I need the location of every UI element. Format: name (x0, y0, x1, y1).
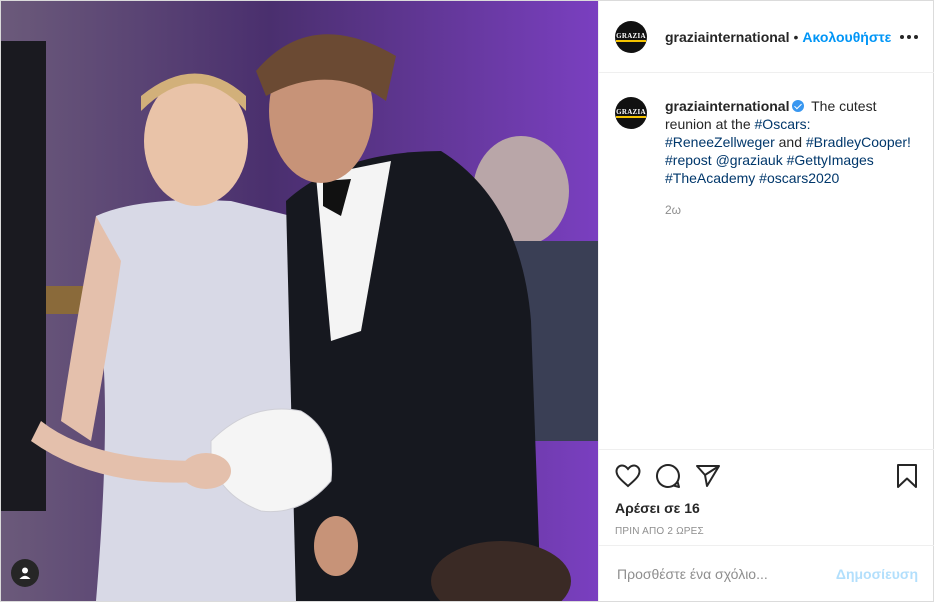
caption-body: graziainternational The cutest reunion a… (665, 97, 915, 219)
more-dot (900, 34, 904, 39)
grazia-logo: GRAZIA (616, 31, 646, 42)
action-icons (615, 462, 918, 490)
more-dot (914, 34, 918, 39)
heart-icon[interactable] (615, 464, 641, 488)
bookmark-icon[interactable] (896, 463, 918, 489)
paper-plane-icon[interactable] (695, 464, 721, 488)
caption-text: and (778, 134, 802, 150)
instagram-post: GRAZIA graziainternational • Ακολουθήστε… (0, 0, 934, 602)
caption-avatar[interactable]: GRAZIA (615, 97, 647, 129)
post-caption: GRAZIA graziainternational The cutest re… (615, 97, 915, 219)
caption-timestamp[interactable]: 2ω (665, 201, 915, 219)
mention-link[interactable]: @graziauk (716, 152, 783, 168)
person-icon (19, 567, 31, 579)
follow-button[interactable]: Ακολουθήστε (802, 29, 891, 45)
comment-input[interactable] (615, 564, 836, 583)
hashtag-link[interactable]: #TheAcademy (665, 170, 755, 186)
caption-username[interactable]: graziainternational (665, 98, 789, 114)
post-header: GRAZIA graziainternational • Ακολουθήστε (599, 1, 934, 73)
verified-badge-icon (792, 100, 805, 112)
header-separator: • (793, 28, 799, 45)
hashtag-link[interactable]: #GettyImages (787, 152, 874, 168)
post-sidebar: GRAZIA graziainternational • Ακολουθήστε… (598, 1, 934, 601)
post-timestamp[interactable]: ΠΡΙΝ ΑΠΟ 2 ΩΡΕΣ (615, 526, 918, 537)
comment-bar: Δημοσίευση (599, 545, 934, 601)
likes-count[interactable]: Αρέσει σε 16 (615, 500, 918, 516)
comment-icon[interactable] (655, 463, 681, 489)
post-photo-illustration (1, 1, 598, 601)
header-username[interactable]: graziainternational (665, 29, 789, 45)
tagged-user-icon[interactable] (11, 559, 39, 587)
hashtag-link[interactable]: #ReneeZellweger (665, 134, 775, 150)
account-avatar[interactable]: GRAZIA (615, 20, 647, 53)
post-comment-button[interactable]: Δημοσίευση (836, 566, 918, 582)
more-options-icon[interactable] (900, 34, 918, 39)
hashtag-link[interactable]: #BradleyCooper! (806, 134, 911, 150)
more-dot (907, 34, 911, 39)
hashtag-link[interactable]: #oscars2020 (759, 170, 839, 186)
post-photo[interactable] (1, 1, 598, 601)
hashtag-link[interactable]: #Oscars: (755, 116, 811, 132)
hashtag-link[interactable]: #repost (665, 152, 712, 168)
grazia-logo: GRAZIA (616, 108, 646, 118)
post-actions: Αρέσει σε 16 ΠΡΙΝ ΑΠΟ 2 ΩΡΕΣ (599, 449, 934, 537)
